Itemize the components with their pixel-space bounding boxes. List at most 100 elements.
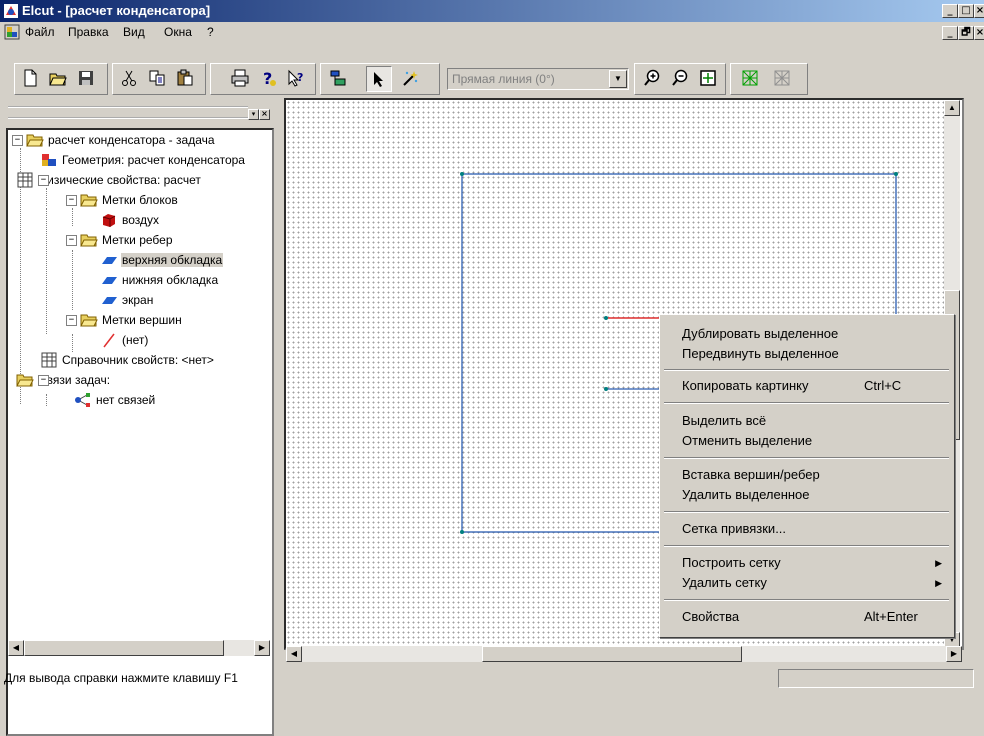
paste-icon[interactable] xyxy=(173,66,197,90)
folder-open-icon xyxy=(16,374,34,387)
context-menu: Дублировать выделенное Передвинуть выдел… xyxy=(659,314,955,638)
tree-node-reference[interactable]: Справочник свойств: <нет> xyxy=(40,350,215,370)
submenu-arrow-icon: ▶ xyxy=(935,558,942,568)
zoom-in-icon[interactable] xyxy=(640,66,664,90)
collapse-icon[interactable]: − xyxy=(66,194,77,206)
tree-node-edge-top[interactable]: верхняя обкладка xyxy=(100,250,224,270)
menu-item-deselect[interactable]: Отменить выделение xyxy=(682,433,812,448)
menu-item-select-all[interactable]: Выделить всё xyxy=(682,413,766,428)
tree-node-geometry[interactable]: Геометрия: расчет конденсатора xyxy=(40,150,246,170)
status-pane xyxy=(778,669,974,688)
mdi-restore-button[interactable]: 🗗 xyxy=(958,26,974,40)
open-folder-icon[interactable] xyxy=(46,66,70,90)
menu-item-properties[interactable]: Свойства xyxy=(682,609,739,624)
edge-icon xyxy=(102,257,117,264)
collapse-icon[interactable]: − xyxy=(66,314,77,326)
project-panel: ▾ × − расчет конденсатора - задача Геоме… xyxy=(0,98,278,736)
status-bar: Для вывода справки нажмите клавишу F1 xyxy=(0,666,984,689)
help-icon[interactable]: ? xyxy=(256,66,280,90)
menu-item-snap-grid[interactable]: Сетка привязки... xyxy=(682,521,786,536)
elcut-app-icon[interactable] xyxy=(3,3,19,19)
tree-node-block-air[interactable]: воздух xyxy=(100,210,160,230)
mesh-delete-icon[interactable] xyxy=(770,66,794,90)
save-icon[interactable] xyxy=(74,66,98,90)
tree-node-vertex-labels[interactable]: − Метки вершин xyxy=(66,310,183,330)
menu-item-move[interactable]: Передвинуть выделенное xyxy=(682,346,839,361)
menu-separator xyxy=(664,599,949,601)
menu-windows[interactable]: Окна xyxy=(164,25,192,39)
panel-close-button[interactable]: × xyxy=(259,109,270,120)
shortcut-label: Ctrl+C xyxy=(864,378,902,393)
tree-node-links[interactable]: − Связи задач: xyxy=(12,370,111,390)
tree-node-edge-screen[interactable]: экран xyxy=(100,290,154,310)
print-icon[interactable] xyxy=(228,66,252,90)
collapse-icon[interactable]: − xyxy=(38,374,49,386)
chevron-down-icon[interactable]: ▼ xyxy=(609,70,627,88)
close-button[interactable]: × xyxy=(974,4,984,18)
menu-item-delete-mesh[interactable]: Удалить сетку xyxy=(682,575,767,590)
menu-item-delete-selected[interactable]: Удалить выделенное xyxy=(682,487,810,502)
cut-icon[interactable] xyxy=(117,66,141,90)
panel-grip[interactable] xyxy=(8,106,248,119)
minimize-button[interactable]: _ xyxy=(942,4,958,18)
vertex-point[interactable] xyxy=(460,530,464,534)
menu-separator xyxy=(664,511,949,513)
vertex-point[interactable] xyxy=(604,387,608,391)
scroll-left-button[interactable]: ◀ xyxy=(286,646,302,662)
panel-dock-button[interactable]: ▾ xyxy=(248,109,259,120)
menu-edit[interactable]: Правка xyxy=(68,25,109,39)
svg-text:?: ? xyxy=(297,71,303,84)
tree-node-vertex-none[interactable]: (нет) xyxy=(100,330,149,350)
layout-icon[interactable] xyxy=(326,66,350,90)
scroll-right-button[interactable]: ▶ xyxy=(254,640,270,656)
scroll-thumb[interactable] xyxy=(482,646,742,662)
collapse-icon[interactable]: − xyxy=(12,134,23,146)
tree-node-edge-labels[interactable]: − Метки ребер xyxy=(66,230,174,250)
line-type-combo[interactable]: Прямая линия (0°) ▼ xyxy=(447,68,629,90)
menu-item-copy-picture[interactable]: Копировать картинку xyxy=(682,378,808,393)
vertex-line-icon xyxy=(103,333,115,348)
context-help-icon[interactable]: ? xyxy=(284,66,308,90)
window-title: Elcut - [расчет конденсатора] xyxy=(22,3,211,18)
vertex-point[interactable] xyxy=(894,172,898,176)
mesh-build-icon[interactable] xyxy=(738,66,762,90)
tree-horizontal-scrollbar[interactable]: ◀ ▶ xyxy=(8,640,270,656)
scroll-thumb[interactable] xyxy=(24,640,224,656)
vertex-point[interactable] xyxy=(460,172,464,176)
magic-wand-icon[interactable] xyxy=(398,66,422,90)
link-icon xyxy=(75,393,90,407)
menu-view[interactable]: Вид xyxy=(123,25,145,39)
folder-open-icon xyxy=(26,134,44,147)
menu-item-duplicate[interactable]: Дублировать выделенное xyxy=(682,326,838,341)
canvas-horizontal-scrollbar[interactable]: ◀ ▶ xyxy=(286,646,962,662)
edge-icon xyxy=(102,277,117,284)
copy-icon[interactable] xyxy=(145,66,169,90)
scroll-right-button[interactable]: ▶ xyxy=(946,646,962,662)
tree-node-edge-bottom[interactable]: нижняя обкладка xyxy=(100,270,219,290)
new-file-icon[interactable] xyxy=(18,66,42,90)
collapse-icon[interactable]: − xyxy=(66,234,77,246)
tree-node-physics[interactable]: − Физические свойства: расчет xyxy=(12,170,202,190)
menu-item-insert-vertices[interactable]: Вставка вершин/ребер xyxy=(682,467,820,482)
collapse-icon[interactable]: − xyxy=(38,174,49,186)
mdi-minimize-button[interactable]: _ xyxy=(942,26,958,40)
menu-file[interactable]: Файл xyxy=(25,25,55,39)
tree-node-no-links[interactable]: нет связей xyxy=(74,390,156,410)
maximize-button[interactable]: □ xyxy=(958,4,974,18)
shortcut-label: Alt+Enter xyxy=(864,609,918,624)
mdi-close-button[interactable]: × xyxy=(974,26,984,40)
menu-item-build-mesh[interactable]: Построить сетку xyxy=(682,555,781,570)
vertex-point[interactable] xyxy=(604,316,608,320)
menu-separator xyxy=(664,545,949,547)
menu-help[interactable]: ? xyxy=(207,25,214,39)
select-arrow-icon[interactable] xyxy=(366,66,392,92)
tree-node-block-labels[interactable]: − Метки блоков xyxy=(66,190,179,210)
scroll-left-button[interactable]: ◀ xyxy=(8,640,24,656)
zoom-out-icon[interactable] xyxy=(668,66,692,90)
document-icon[interactable] xyxy=(4,24,20,40)
scroll-up-button[interactable]: ▲ xyxy=(944,100,960,116)
line-type-value: Прямая линия (0°) xyxy=(452,72,555,86)
folder-open-icon xyxy=(80,234,98,247)
tree-node-root[interactable]: − расчет конденсатора - задача xyxy=(12,130,216,150)
zoom-fit-icon[interactable] xyxy=(696,66,720,90)
